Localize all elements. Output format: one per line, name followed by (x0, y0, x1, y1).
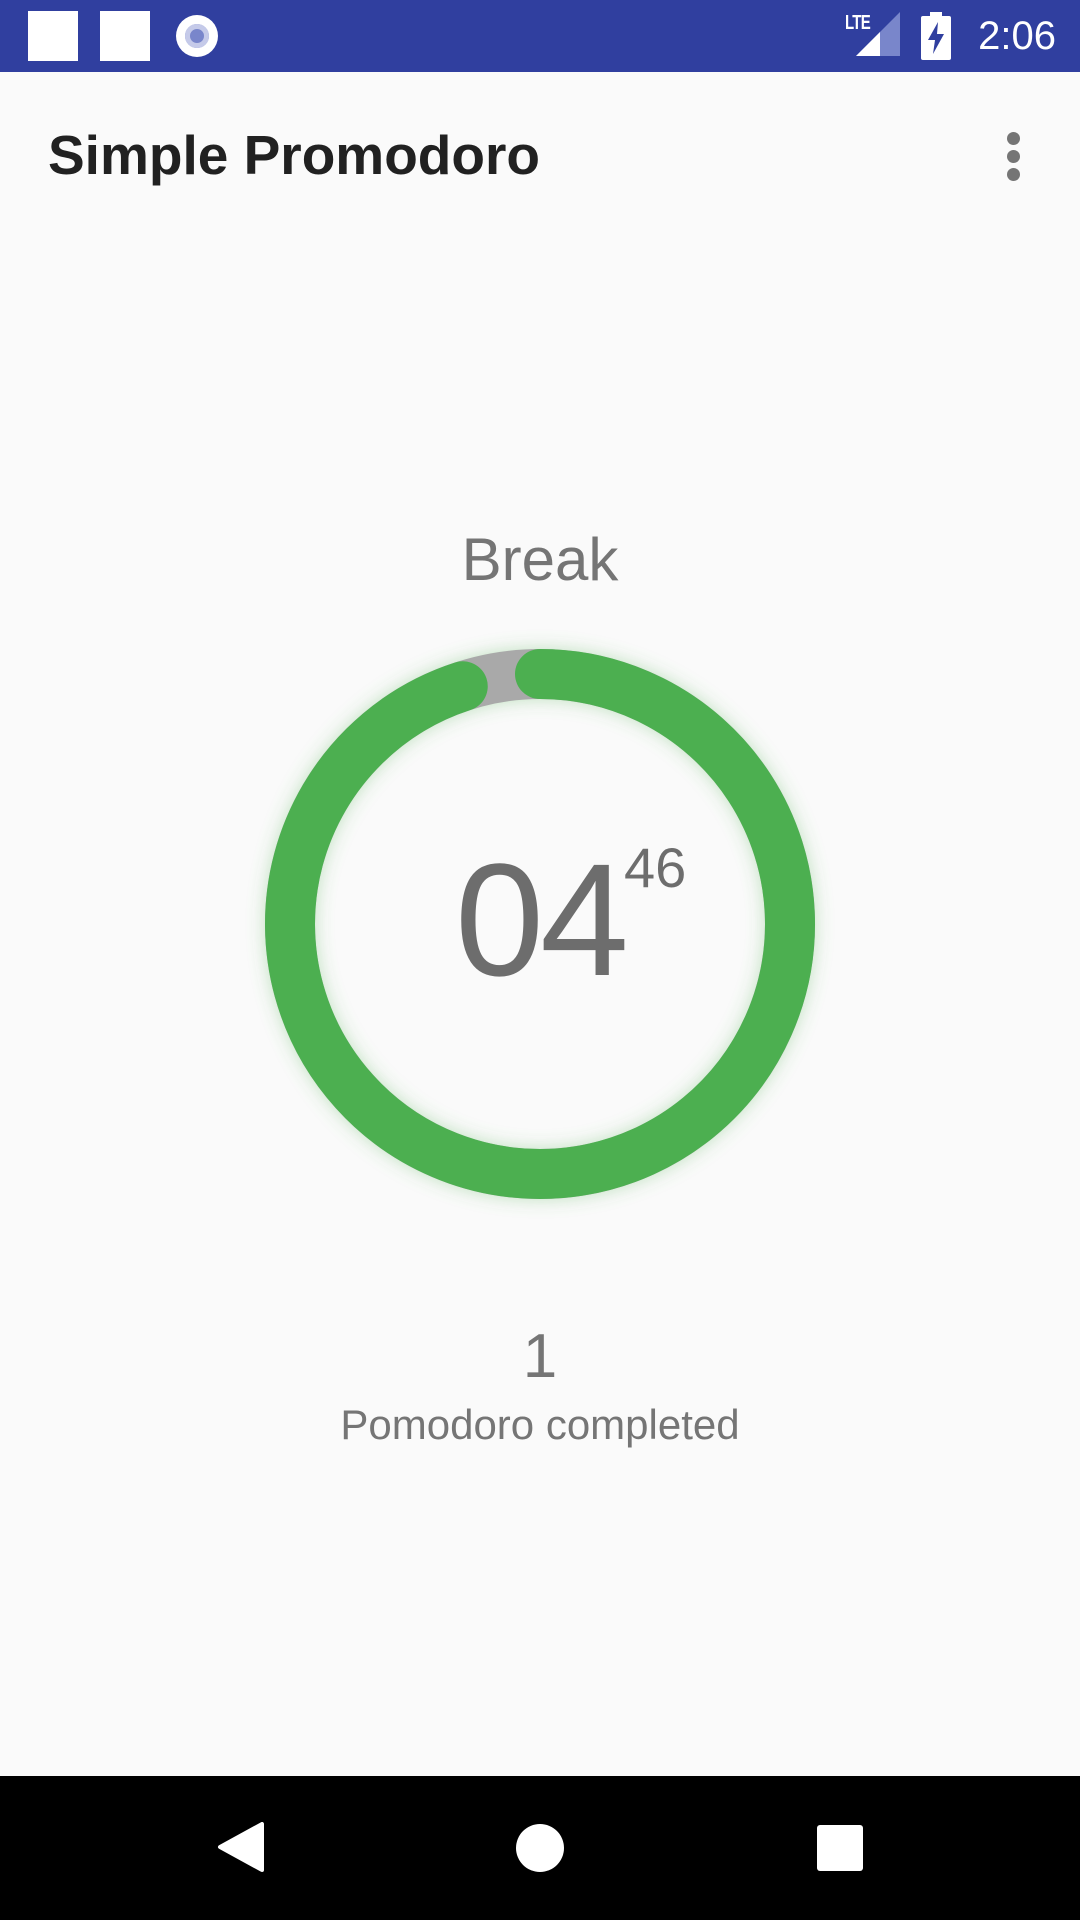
app-title: Simple Promodoro (48, 124, 540, 186)
home-icon[interactable] (516, 1824, 564, 1872)
timer-mode-label: Break (461, 526, 619, 593)
more-vert-icon-dot (1007, 168, 1020, 181)
more-vert-icon (1007, 132, 1020, 145)
battery-charging-icon (921, 12, 951, 60)
status-bar: LTE 2:06 (0, 0, 1080, 72)
notification-circle-icon (176, 15, 218, 57)
screen: LTE 2:06 Simple Promodoro Break 04 46 1 … (0, 0, 1080, 1920)
more-vert-icon-dot (1007, 150, 1020, 163)
notification-square-icon (100, 11, 150, 61)
pomodoro-count: 1 (522, 1322, 558, 1391)
app-bar: Simple Promodoro (0, 72, 1080, 240)
back-icon[interactable] (216, 1822, 264, 1872)
timer-minutes: 04 (455, 830, 629, 1009)
network-type-label: LTE (845, 12, 871, 34)
recents-icon[interactable] (817, 1825, 863, 1871)
notification-square-icon (28, 11, 78, 61)
timer-seconds: 46 (624, 836, 687, 899)
status-time: 2:06 (978, 14, 1056, 58)
more-options-button[interactable] (990, 124, 1038, 188)
pomodoro-count-label: Pomodoro completed (340, 1401, 740, 1448)
